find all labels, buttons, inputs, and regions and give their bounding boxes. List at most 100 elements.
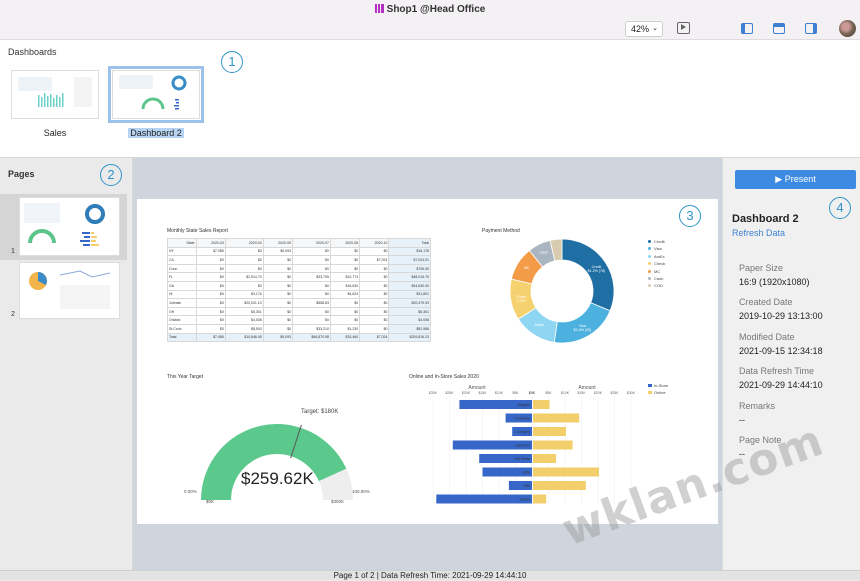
bar-online <box>533 413 580 423</box>
gauge-min-pct: 0.00% <box>184 489 197 494</box>
window-title-text: Shop1 @Head Office <box>386 4 486 15</box>
presentation-icon[interactable] <box>677 22 690 34</box>
x-tick-label-right: $5K <box>545 391 552 395</box>
legend-swatch <box>648 240 651 243</box>
table-cell: $3,176 <box>224 289 264 300</box>
gauge-title: This Year Target <box>167 374 204 380</box>
table-cell: $33,460 <box>329 332 361 343</box>
legend-item: MC <box>648 268 698 275</box>
legend-swatch <box>648 269 651 273</box>
property-value: 2021-09-15 12:34:18 <box>739 346 823 356</box>
table-header-cell: Total <box>388 238 431 248</box>
table-cell: $0 <box>292 289 331 300</box>
page-thumb-2[interactable] <box>19 262 120 319</box>
x-tick-label-right: $25K <box>610 391 619 395</box>
bar-online <box>533 494 547 504</box>
callout-marker-3: 3 <box>679 205 701 227</box>
table-cell: $0 <box>262 315 294 325</box>
category-label: Con grey <box>516 430 530 434</box>
pie-slice-label-line: 2.4% <box>517 299 526 303</box>
x-tick-label-right: $15K <box>577 391 586 395</box>
table-cell: $0 <box>359 263 390 274</box>
table-header-cell: 2020-03 <box>195 238 226 248</box>
x-tick-label-left: $25K <box>445 391 454 395</box>
callout-marker-2: 2 <box>100 164 122 186</box>
x-tick-label-right: $10K <box>561 391 570 395</box>
monthly-sales-table: State 2020-03 2020-04 2020-05 2020-07 2020-08… <box>167 238 431 343</box>
bar-online <box>533 427 566 436</box>
x-tick-label-left: $30K <box>429 391 438 395</box>
refresh-data-link[interactable]: Refresh Data <box>732 228 785 238</box>
layout-left-panel-icon[interactable] <box>741 23 753 34</box>
table-cell: $0 <box>224 255 264 265</box>
property-value: -- <box>739 415 745 425</box>
zoom-select[interactable]: 42% ⌄ <box>625 21 663 37</box>
table-header-row: State 2020-03 2020-04 2020-05 2020-07 2020-08… <box>167 238 431 248</box>
dashboard-caption-sales[interactable]: Sales <box>11 128 99 138</box>
legend-swatch <box>648 262 651 266</box>
legend-item: Online <box>648 389 668 396</box>
play-icon: ▶ <box>775 174 785 184</box>
table-cell: $4,624 <box>329 289 361 300</box>
table-cell: $0 <box>292 280 331 291</box>
table-cell: $0 <box>195 323 226 334</box>
present-button[interactable]: ▶ Present <box>735 170 856 189</box>
page-thumb-1[interactable] <box>19 197 120 256</box>
table-cell: $0 <box>195 272 226 282</box>
property-label: Modified Date <box>739 332 795 342</box>
x-tick-label-left: $5K <box>512 391 519 395</box>
table-row: CA $0 $0 $0 $0 $0 $7,024 $7,024.01 <box>167 255 431 265</box>
table-cell: OH <box>167 306 197 317</box>
property-value: 16:9 (1920x1080) <box>739 277 810 287</box>
table-cell: $2,914.70 <box>224 272 264 282</box>
table-cell: $31,801 <box>388 289 431 300</box>
table-cell: FL <box>167 272 197 282</box>
table-cell: $0 <box>262 289 294 300</box>
table-row: St.Croix $0 $8,500 $0 $33,210 $1,230 $0 $52,986 <box>167 323 431 334</box>
present-button-label: Present <box>784 174 816 184</box>
dashboards-strip: Dashboards Sales Dashboard 2 <box>0 40 860 158</box>
legend-item: Cash <box>648 275 698 282</box>
table-cell: $33,210 <box>292 323 331 334</box>
user-avatar[interactable] <box>839 20 856 37</box>
payment-donut-chart: Credit $1.2% (76)Visa $2.4% (33)AmExCheck 2… <box>509 238 615 344</box>
table-cell: HI <box>167 289 197 300</box>
table-cell: $8,500 <box>224 323 264 334</box>
table-cell: $34,630.00 <box>388 280 431 291</box>
legend-swatch <box>648 384 652 387</box>
bar-online <box>533 400 550 409</box>
dashboard-thumb-dashboard-2[interactable] <box>108 66 204 123</box>
table-cell: $9,093 <box>262 332 294 343</box>
table-cell: $7,024.01 <box>388 255 431 265</box>
category-label: Alligator <box>517 403 530 407</box>
layout-right-panel-icon[interactable] <box>805 23 817 34</box>
table-cell: NY <box>167 246 197 257</box>
table-cell: Total <box>167 332 197 343</box>
table-cell: St.Croix <box>167 323 197 334</box>
legend-label: Online <box>654 390 666 395</box>
table-cell: $0 <box>262 272 294 282</box>
pie-slice-label: AmEx <box>535 323 545 327</box>
category-label: Chocolate <box>514 416 530 420</box>
page-thumb-1-preview <box>24 203 105 246</box>
status-bar: Page 1 of 2 | Data Refresh Time: 2021-09… <box>0 570 860 580</box>
table-cell: $706.00 <box>388 263 431 274</box>
table-row: OH $0 $5,301 $0 $0 $0 $0 $5,301 <box>167 306 431 317</box>
dashboard-caption-dashboard-2[interactable]: Dashboard 2 <box>112 128 200 138</box>
table-cell: $7,085 <box>195 246 226 257</box>
gauge-min: $0K <box>206 499 215 504</box>
table-cell: Ontario <box>167 315 197 325</box>
layout-top-panel-icon[interactable] <box>773 23 785 34</box>
table-cell: $16,178 <box>388 246 431 257</box>
legend-label: Credit <box>654 239 665 244</box>
chevron-down-icon: ⌄ <box>652 25 658 32</box>
x-axis-label-right: Amount <box>578 385 596 391</box>
gauge-max: $300K <box>331 499 345 504</box>
legend-item: Visa <box>648 245 698 252</box>
dashboard-thumb-sales[interactable] <box>11 70 99 119</box>
table-cell: $0 <box>359 298 390 308</box>
table-row: Total $7,085 $10,846.45 $9,093 $66,870.98 $33… <box>167 332 431 343</box>
x-tick-label-left: $10K <box>495 391 504 395</box>
payment-legend: Credit Visa AmEx Check MC Cash COD <box>648 238 698 290</box>
table-cell: $0 <box>329 315 361 325</box>
